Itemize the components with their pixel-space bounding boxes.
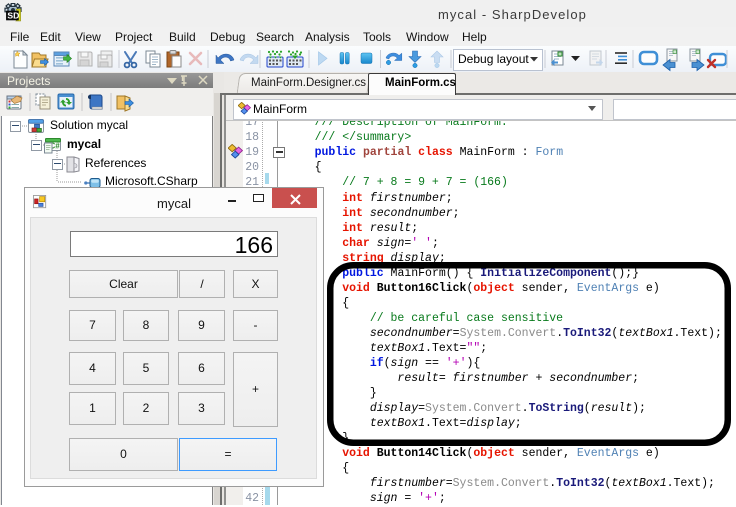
svg-text:SD: SD [7,11,19,21]
